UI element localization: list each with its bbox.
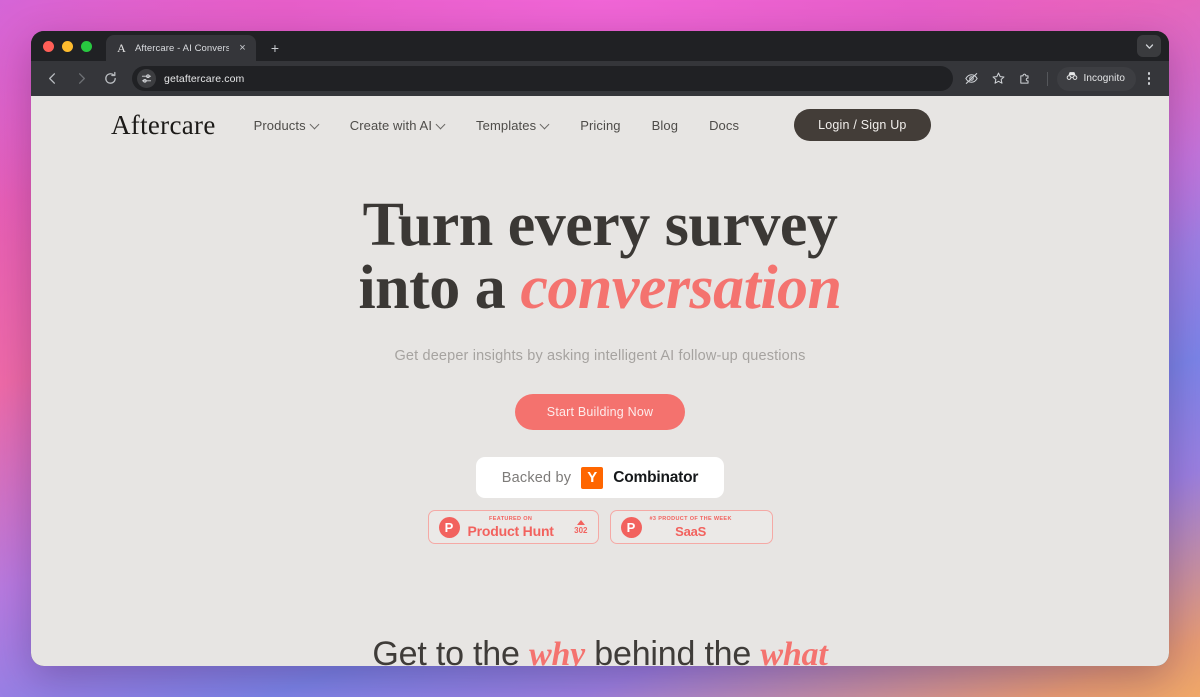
nav-item-label: Create with AI: [349, 117, 433, 133]
tab-close-icon[interactable]: ×: [236, 42, 249, 55]
backed-by-label: Backed by: [501, 469, 572, 486]
product-hunt-upvotes: 302: [574, 519, 588, 536]
incognito-indicator[interactable]: Incognito: [1056, 66, 1136, 91]
product-hunt-kicker: #3 PRODUCT OF THE WEEK: [649, 516, 732, 523]
product-hunt-badge-text: FEATURED ON Product Hunt: [467, 515, 554, 540]
start-building-now-button[interactable]: Start Building Now: [514, 394, 686, 431]
product-hunt-logo-icon: P: [438, 516, 460, 538]
tab-favicon-icon: A: [117, 41, 126, 55]
chevron-down-icon: [541, 120, 549, 128]
nav-item-products[interactable]: Products: [254, 118, 319, 133]
reload-icon[interactable]: [97, 66, 123, 92]
hero-headline-accent: conversation: [520, 254, 842, 323]
ycombinator-logo-icon: Y: [581, 466, 604, 489]
tab-title: Aftercare - AI Conversational: [135, 42, 229, 54]
hero-headline-line2-prefix: into a: [358, 254, 521, 323]
section-heading-part2: behind the: [585, 635, 761, 666]
hero-subtitle: Get deeper insights by asking intelligen…: [394, 348, 806, 365]
back-arrow-icon[interactable]: [39, 66, 65, 92]
address-bar[interactable]: getaftercare.com: [132, 66, 953, 91]
chevron-down-icon[interactable]: [1137, 35, 1161, 57]
hero-headline-line2: into a conversation: [31, 257, 1169, 320]
hero-cta-wrapper: Start Building Now: [31, 394, 1169, 431]
upvote-count: 302: [574, 526, 588, 536]
site-navbar: Aftercare Products Create with AI Templa…: [31, 96, 1169, 154]
backed-by-ycombinator-badge[interactable]: Backed by Y Combinator: [476, 457, 724, 499]
product-hunt-badge-text: #3 PRODUCT OF THE WEEK SaaS: [650, 517, 732, 538]
product-hunt-kicker: FEATURED ON: [489, 515, 533, 522]
tab-strip-right-controls: [1137, 31, 1169, 61]
maximize-window-button[interactable]: [81, 40, 92, 52]
nav-item-templates[interactable]: Templates: [476, 118, 549, 133]
upvote-arrow-icon: [576, 519, 585, 525]
site-nav-links: Products Create with AI Templates Pricin…: [254, 118, 739, 133]
tune-icon[interactable]: [137, 69, 156, 88]
section-heading-accent-why: why: [528, 636, 586, 666]
product-hunt-badges: P FEATURED ON Product Hunt 302 P #3 PROD…: [31, 510, 1169, 545]
eye-slash-icon[interactable]: [960, 67, 984, 91]
section-heading: Get to the why behind the what: [31, 635, 1169, 666]
browser-window: A Aftercare - AI Conversational × +: [31, 31, 1169, 666]
section-heading-accent-what: what: [760, 636, 828, 666]
incognito-label: Incognito: [1083, 73, 1125, 84]
forward-arrow-icon[interactable]: [68, 66, 94, 92]
minimize-window-button[interactable]: [62, 40, 73, 52]
chevron-down-icon: [437, 120, 445, 128]
hero-headline: Turn every survey into a conversation: [31, 191, 1169, 320]
nav-item-label: Templates: [476, 117, 537, 133]
toolbar-divider: [1046, 71, 1048, 86]
incognito-hat-icon: [1065, 69, 1079, 88]
section-heading-part1: Get to the: [372, 635, 529, 666]
product-hunt-name: SaaS: [675, 523, 707, 539]
nav-item-create-with-ai[interactable]: Create with AI: [350, 118, 445, 133]
ycombinator-label: Combinator: [613, 468, 699, 486]
browser-toolbar: getaftercare.com Incognito: [31, 61, 1169, 96]
window-traffic-lights: [43, 31, 106, 61]
chevron-down-icon: [311, 120, 319, 128]
product-hunt-name: Product Hunt: [467, 523, 554, 540]
puzzle-icon[interactable]: [1014, 67, 1038, 91]
login-signup-button[interactable]: Login / Sign Up: [794, 109, 931, 141]
page-content: Aftercare Products Create with AI Templa…: [31, 96, 1169, 666]
new-tab-button[interactable]: +: [264, 37, 286, 59]
hero-headline-line1: Turn every survey: [362, 191, 838, 259]
close-window-button[interactable]: [43, 40, 54, 52]
kebab-menu-icon[interactable]: [1139, 67, 1159, 91]
site-logo[interactable]: Aftercare: [111, 110, 216, 141]
nav-item-pricing[interactable]: Pricing: [580, 118, 620, 133]
browser-tab-strip: A Aftercare - AI Conversational × +: [31, 31, 1169, 61]
product-hunt-logo-icon: P: [620, 516, 642, 538]
star-icon[interactable]: [987, 67, 1011, 91]
nav-item-docs[interactable]: Docs: [709, 118, 739, 133]
address-bar-url: getaftercare.com: [164, 72, 245, 85]
nav-item-blog[interactable]: Blog: [652, 118, 678, 133]
product-hunt-featured-badge[interactable]: P FEATURED ON Product Hunt 302: [427, 510, 599, 545]
nav-item-label: Products: [253, 117, 306, 133]
browser-tab[interactable]: A Aftercare - AI Conversational ×: [106, 35, 256, 61]
product-hunt-saas-badge[interactable]: P #3 PRODUCT OF THE WEEK SaaS: [609, 510, 773, 545]
hero-section: Turn every survey into a conversation Ge…: [31, 154, 1169, 545]
